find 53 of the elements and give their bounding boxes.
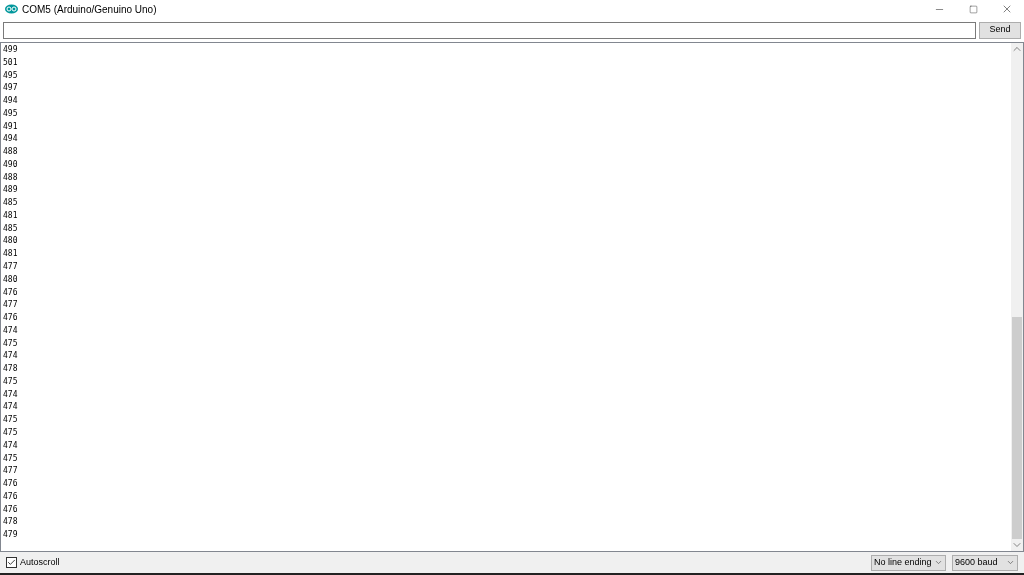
- output-line: 499: [3, 44, 18, 56]
- autoscroll-label: Autoscroll: [20, 555, 60, 569]
- output-line: 476: [3, 503, 18, 516]
- output-line: 474: [3, 388, 18, 401]
- output-line: 495: [3, 107, 18, 120]
- caret-icon: [934, 558, 943, 567]
- output-line: 491: [3, 120, 18, 133]
- autoscroll-checkbox[interactable]: [6, 557, 17, 568]
- message-input-field[interactable]: [3, 21, 976, 39]
- output-line: 474: [3, 324, 18, 337]
- close-icon: [1001, 3, 1013, 15]
- output-line: 478: [3, 363, 18, 376]
- output-line: 475: [3, 414, 18, 427]
- baud-rate-dropdown[interactable]: 9600 baud: [952, 554, 1018, 571]
- output-line: 494: [3, 133, 18, 146]
- output-line: 475: [3, 337, 18, 350]
- scroll-thumb[interactable]: [1012, 317, 1022, 539]
- output-line: 476: [3, 286, 18, 299]
- line-ending-dropdown[interactable]: No line ending: [871, 554, 946, 571]
- output-line: 476: [3, 312, 18, 325]
- app-logo-icon: [5, 4, 18, 14]
- output-line: 479: [3, 529, 18, 542]
- output-line: 497: [3, 82, 18, 95]
- output-line: 476: [3, 490, 18, 503]
- output-line: 481: [3, 209, 18, 222]
- output-line: 485: [3, 222, 18, 235]
- output-line: 495: [3, 69, 18, 82]
- output-line: 489: [3, 184, 18, 197]
- output-line: 488: [3, 171, 18, 184]
- output-line: 475: [3, 452, 18, 465]
- output-line: 480: [3, 235, 18, 248]
- output-line: 490: [3, 158, 18, 171]
- output-line: 476: [3, 478, 18, 491]
- output-line: 485: [3, 197, 18, 210]
- output-line: 474: [3, 439, 18, 452]
- output-line: 480: [3, 273, 18, 286]
- output-line: 474: [3, 350, 18, 363]
- output-line: 474: [3, 401, 18, 414]
- scrollbar[interactable]: [1011, 43, 1023, 551]
- output-line: 481: [3, 248, 18, 261]
- send-button[interactable]: Send: [979, 21, 1021, 39]
- maximize-icon: [968, 4, 978, 14]
- output-line: 475: [3, 426, 18, 439]
- output-line: 477: [3, 465, 18, 478]
- window-title: COM5 (Arduino/Genuino Uno): [22, 2, 157, 17]
- output-line: 477: [3, 299, 18, 312]
- caret-icon: [1006, 558, 1015, 567]
- output-line: 494: [3, 95, 18, 108]
- output-line: 488: [3, 146, 18, 159]
- output-line: 477: [3, 261, 18, 273]
- output-line: 475: [3, 375, 18, 388]
- output-line: 501: [3, 56, 18, 69]
- output-line: 478: [3, 516, 18, 529]
